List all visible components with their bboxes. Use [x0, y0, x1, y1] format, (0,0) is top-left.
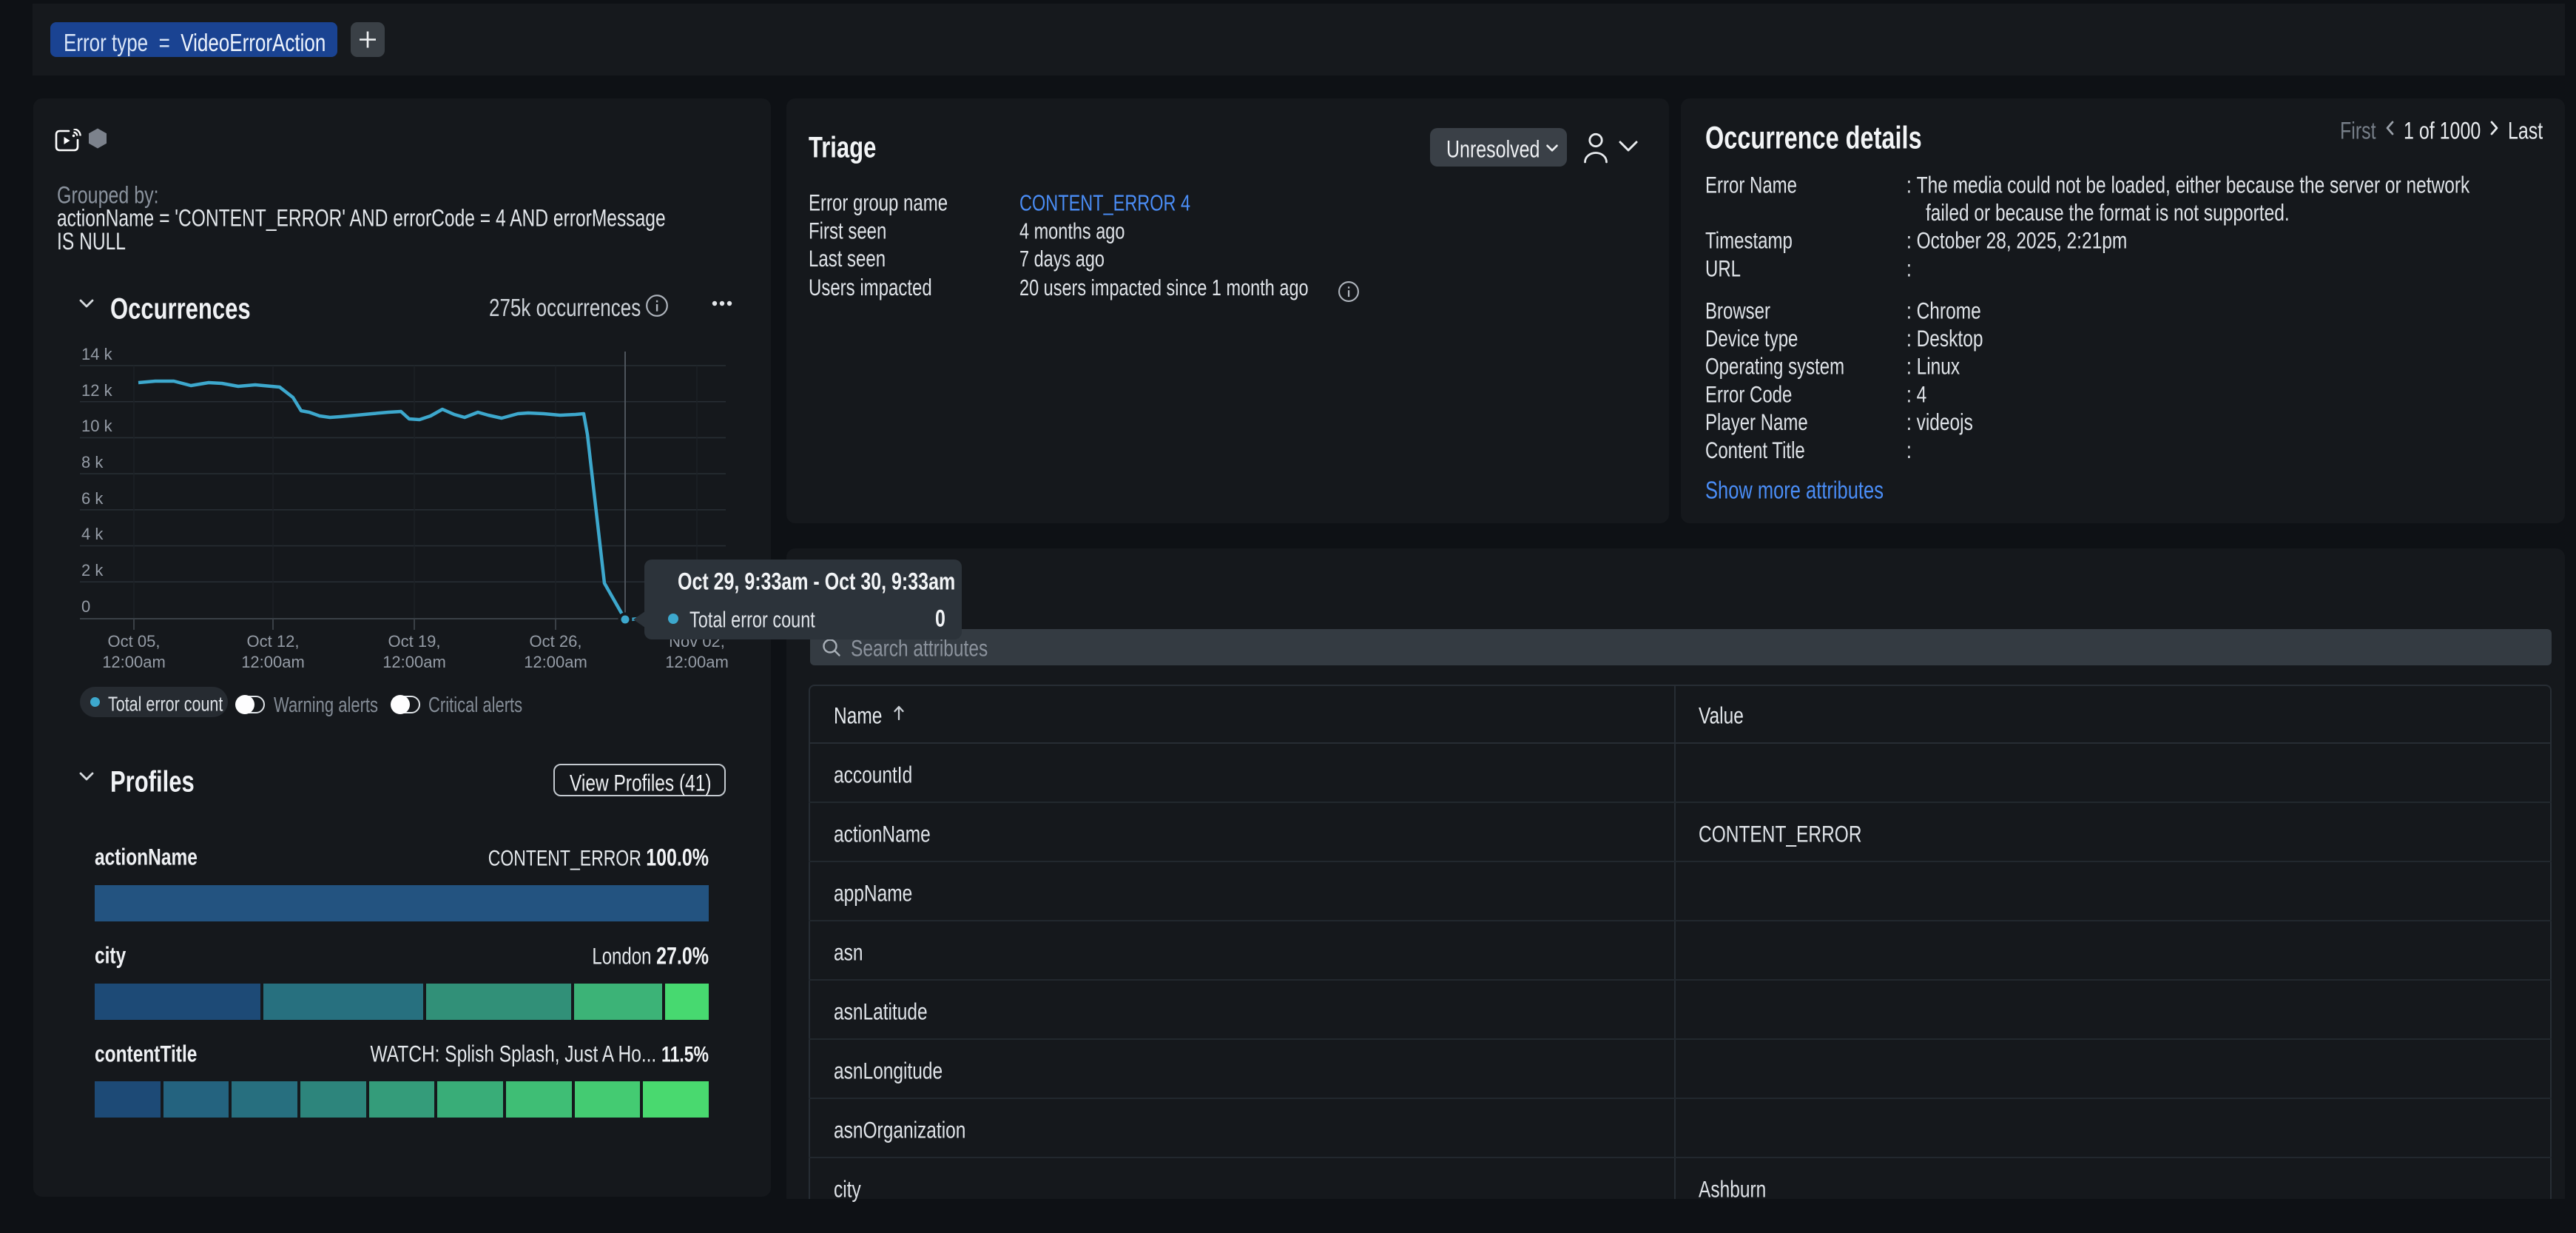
svg-text:6 k: 6 k	[81, 489, 104, 508]
svg-text:Oct 19,: Oct 19,	[388, 632, 441, 651]
svg-text:12:00am: 12:00am	[524, 653, 587, 671]
svg-text:0: 0	[81, 597, 90, 616]
svg-text:Oct 12,: Oct 12,	[247, 632, 300, 651]
svg-text:2 k: 2 k	[81, 561, 104, 579]
svg-text:10 k: 10 k	[81, 417, 113, 435]
svg-text:12:00am: 12:00am	[102, 653, 166, 671]
svg-text:8 k: 8 k	[81, 453, 104, 471]
svg-text:Oct 05,: Oct 05,	[108, 632, 161, 651]
svg-text:Oct 26,: Oct 26,	[530, 632, 582, 651]
svg-text:4 k: 4 k	[81, 525, 104, 543]
svg-text:12:00am: 12:00am	[665, 653, 729, 671]
svg-text:12:00am: 12:00am	[382, 653, 446, 671]
svg-text:14 k: 14 k	[81, 345, 113, 363]
svg-text:12 k: 12 k	[81, 381, 113, 400]
svg-text:12:00am: 12:00am	[241, 653, 305, 671]
